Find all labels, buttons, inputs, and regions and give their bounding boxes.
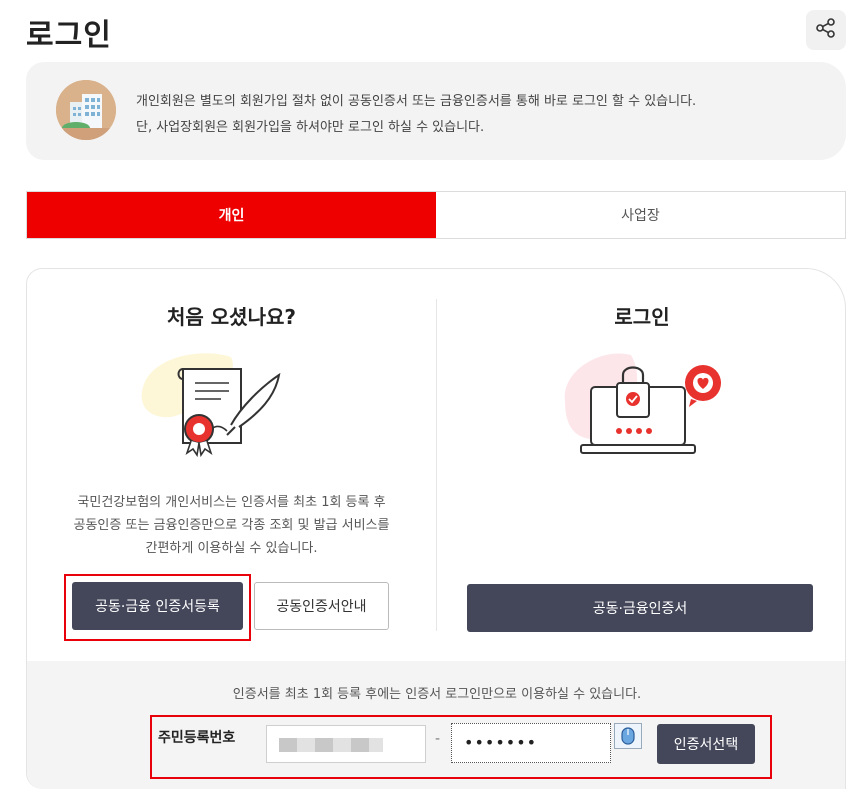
first-visit-description: 국민건강보험의 개인서비스는 인증서를 최초 1회 등록 후 공동인증 또는 금… [27, 491, 436, 560]
register-certificate-button[interactable]: 공동·금융 인증서등록 [72, 582, 243, 630]
first-visit-title: 처음 오셨나요? [167, 305, 296, 329]
rrn-login-area: 인증서를 최초 1회 등록 후에는 인증서 로그인만으로 이용하실 수 있습니다… [27, 661, 845, 789]
rrn-second-input[interactable]: ••••••• [451, 723, 611, 763]
desc-line-2: 공동인증 또는 금융인증만으로 각종 조회 및 발급 서비스를 [73, 518, 390, 533]
member-type-tabs: 개인 사업장 [26, 191, 846, 239]
desc-line-3: 간편하게 이용하실 수 있습니다. [145, 541, 318, 556]
building-icon [56, 80, 116, 140]
login-panel: 처음 오셨나요? 국민건강보험의 개인서비스는 인증서를 최초 1회 등록 후 … [26, 268, 846, 789]
rrn-note: 인증서를 최초 1회 등록 후에는 인증서 로그인만으로 이용하실 수 있습니다… [232, 687, 642, 702]
mouse-keypad-icon[interactable] [614, 723, 642, 749]
tab-personal[interactable]: 개인 [27, 192, 436, 238]
notice-line-1: 개인회원은 별도의 회원가입 절차 없이 공동인증서 또는 금융인증서를 통해 … [136, 94, 697, 109]
notice-box: 개인회원은 별도의 회원가입 절차 없이 공동인증서 또는 금융인증서를 통해 … [26, 62, 846, 160]
rrn-label: 주민등록번호 [158, 730, 236, 746]
certificate-guide-button[interactable]: 공동인증서안내 [254, 582, 389, 630]
select-certificate-button[interactable]: 인증서선택 [657, 724, 755, 764]
column-divider [436, 299, 437, 631]
share-icon [815, 17, 837, 43]
rrn-first-input[interactable] [266, 725, 426, 763]
masked-value [279, 738, 383, 752]
share-button[interactable] [806, 10, 846, 50]
login-title: 로그인 [614, 305, 670, 329]
notice-line-2: 단, 사업장회원은 회원가입을 하셔야만 로그인 하실 수 있습니다. [136, 120, 485, 135]
rrn-second-value: ••••••• [464, 733, 538, 752]
desc-line-1: 국민건강보험의 개인서비스는 인증서를 최초 1회 등록 후 [77, 495, 386, 510]
rrn-dash: - [435, 731, 441, 747]
laptop-lock-icon [551, 341, 731, 465]
certificate-login-button[interactable]: 공동·금융인증서 [467, 584, 813, 632]
tab-business[interactable]: 사업장 [436, 192, 845, 238]
page-title: 로그인 [26, 18, 112, 53]
certificate-icon [131, 347, 291, 463]
